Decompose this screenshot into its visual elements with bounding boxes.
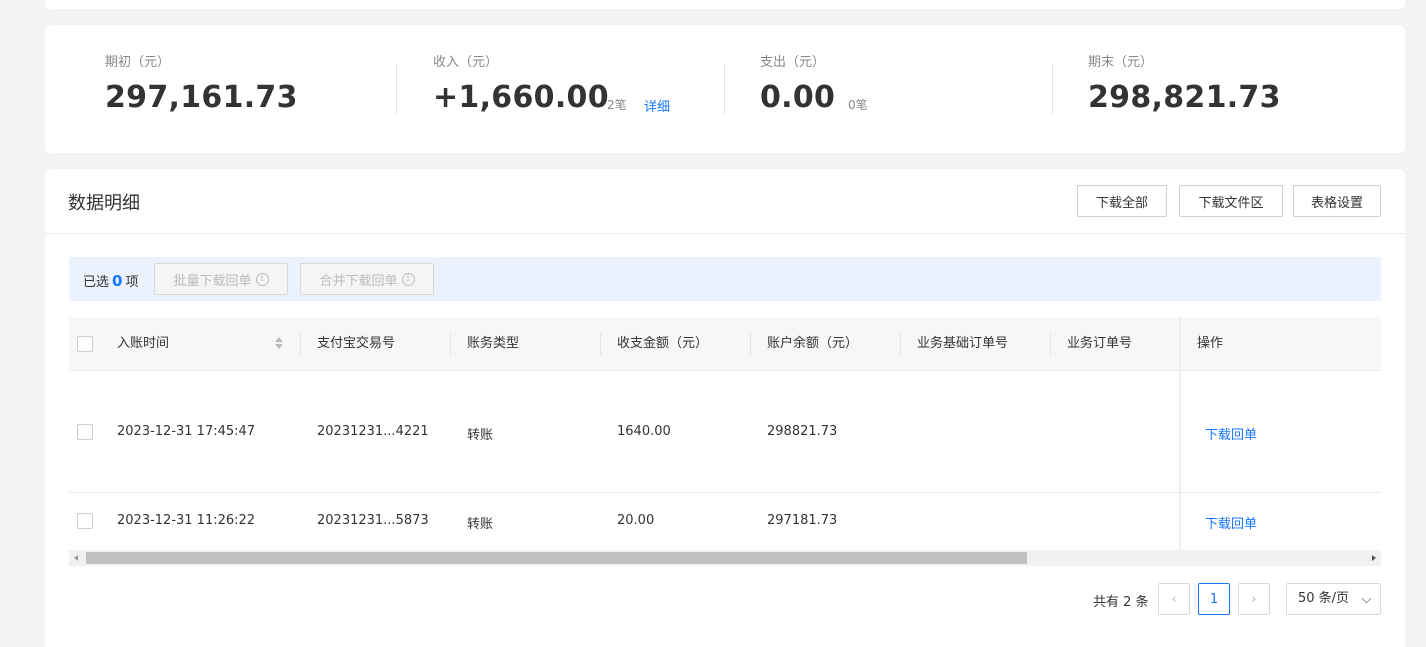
- income-value: +1,660.00: [433, 80, 609, 115]
- pagination-total: 共有 2 条: [1093, 595, 1149, 610]
- table-row: 2023-12-31 11:26:22 20231231...5873 转账 2…: [69, 493, 1381, 550]
- column-header-amount: 收支金额（元）: [617, 336, 709, 351]
- chevron-left-icon: ‹: [1171, 591, 1177, 607]
- top-card-fragment: [45, 0, 1405, 9]
- cell-amount: 1640.00: [617, 424, 671, 439]
- selection-bar: 已选 0 项 批量下载回单 i 合并下载回单 i: [69, 257, 1381, 301]
- expense-value: 0.00: [760, 80, 836, 115]
- row-checkbox[interactable]: [77, 424, 93, 440]
- column-header-trade-no: 支付宝交易号: [317, 336, 396, 351]
- batch-download-button[interactable]: 批量下载回单 i: [154, 263, 288, 295]
- merge-download-button[interactable]: 合并下载回单 i: [300, 263, 434, 295]
- cell-time: 2023-12-31 11:26:22: [117, 513, 256, 528]
- income-count: 2笔: [607, 98, 627, 112]
- batch-download-label: 批量下载回单: [173, 273, 252, 289]
- divider: [724, 64, 725, 114]
- cell-type: 转账: [467, 428, 494, 443]
- details-card: 数据明细 下载全部 下载文件区 表格设置 已选 0 项 批量下载回单 i 合并下载回单…: [45, 169, 1405, 647]
- selection-prefix: 已选: [83, 275, 110, 290]
- cell-time: 2023-12-31 17:45:47: [117, 424, 256, 439]
- selection-count: 0: [112, 272, 123, 290]
- info-icon: i: [401, 272, 415, 286]
- page-button-current[interactable]: 1: [1198, 583, 1230, 615]
- column-header-base-order: 业务基础订单号: [917, 336, 1009, 351]
- table-settings-button[interactable]: 表格设置: [1293, 185, 1381, 217]
- info-icon: i: [255, 272, 269, 286]
- scroll-left-icon[interactable]: [74, 555, 78, 561]
- scroll-right-icon[interactable]: [1372, 555, 1376, 561]
- download-files-button[interactable]: 下载文件区: [1179, 185, 1283, 217]
- download-all-button[interactable]: 下载全部: [1077, 185, 1167, 217]
- chevron-right-icon: ›: [1251, 591, 1257, 607]
- income-label: 收入（元）: [433, 55, 499, 70]
- opening-value: 297,161.73: [105, 80, 298, 115]
- select-all-checkbox[interactable]: [77, 336, 93, 352]
- column-header-action: 操作: [1197, 336, 1224, 351]
- column-header-time[interactable]: 入账时间: [117, 317, 169, 371]
- cell-type: 转账: [467, 517, 494, 532]
- cell-trade-no: 20231231...5873: [317, 513, 429, 528]
- selection-summary: 已选 0 项: [83, 271, 138, 290]
- data-table: 入账时间 支付宝交易号 账务类型 收支金额（元） 账户余额（元） 业务基础订单号…: [69, 317, 1381, 550]
- table-row: 2023-12-31 17:45:47 20231231...4221 转账 1…: [69, 372, 1381, 492]
- column-divider: [1050, 333, 1051, 355]
- download-receipt-link[interactable]: 下载回单: [1205, 424, 1257, 443]
- column-divider: [300, 333, 301, 355]
- cell-balance: 297181.73: [767, 513, 838, 528]
- summary-card: 期初（元） 297,161.73 收入（元） +1,660.00 2笔 详细 支…: [45, 25, 1405, 153]
- merge-download-label: 合并下载回单: [319, 273, 398, 289]
- prev-page-button[interactable]: ‹: [1158, 583, 1190, 615]
- sort-icon[interactable]: [275, 337, 283, 351]
- cell-amount: 20.00: [617, 513, 655, 528]
- divider: [396, 64, 397, 114]
- expense-count: 0笔: [848, 98, 868, 112]
- expense-label: 支出（元）: [760, 55, 826, 70]
- column-divider: [750, 333, 751, 355]
- download-receipt-link[interactable]: 下载回单: [1205, 513, 1257, 532]
- cell-trade-no: 20231231...4221: [317, 424, 429, 439]
- chevron-down-icon: [1361, 593, 1372, 604]
- divider: [45, 233, 1405, 234]
- column-header-balance: 账户余额（元）: [767, 336, 859, 351]
- page-size-value: 50 条/页: [1298, 591, 1350, 606]
- divider: [1052, 64, 1053, 114]
- column-divider: [450, 333, 451, 355]
- column-divider: [900, 333, 901, 355]
- scrollbar-thumb[interactable]: [86, 552, 1027, 564]
- page-title: 数据明细: [68, 193, 140, 214]
- row-checkbox[interactable]: [77, 513, 93, 529]
- opening-label: 期初（元）: [105, 55, 171, 70]
- closing-label: 期末（元）: [1088, 55, 1154, 70]
- column-divider: [600, 333, 601, 355]
- income-detail-link[interactable]: 详细: [644, 96, 670, 115]
- column-header-type: 账务类型: [467, 336, 520, 351]
- selection-suffix: 项: [125, 275, 139, 290]
- cell-balance: 298821.73: [767, 424, 838, 439]
- table-header: 入账时间 支付宝交易号 账务类型 收支金额（元） 账户余额（元） 业务基础订单号…: [69, 317, 1381, 371]
- closing-value: 298,821.73: [1088, 80, 1281, 115]
- page-size-select[interactable]: 50 条/页: [1286, 583, 1381, 615]
- column-header-order: 业务订单号: [1067, 336, 1133, 351]
- next-page-button[interactable]: ›: [1238, 583, 1270, 615]
- horizontal-scrollbar[interactable]: [69, 550, 1381, 566]
- fixed-column-shadow: [1179, 317, 1181, 550]
